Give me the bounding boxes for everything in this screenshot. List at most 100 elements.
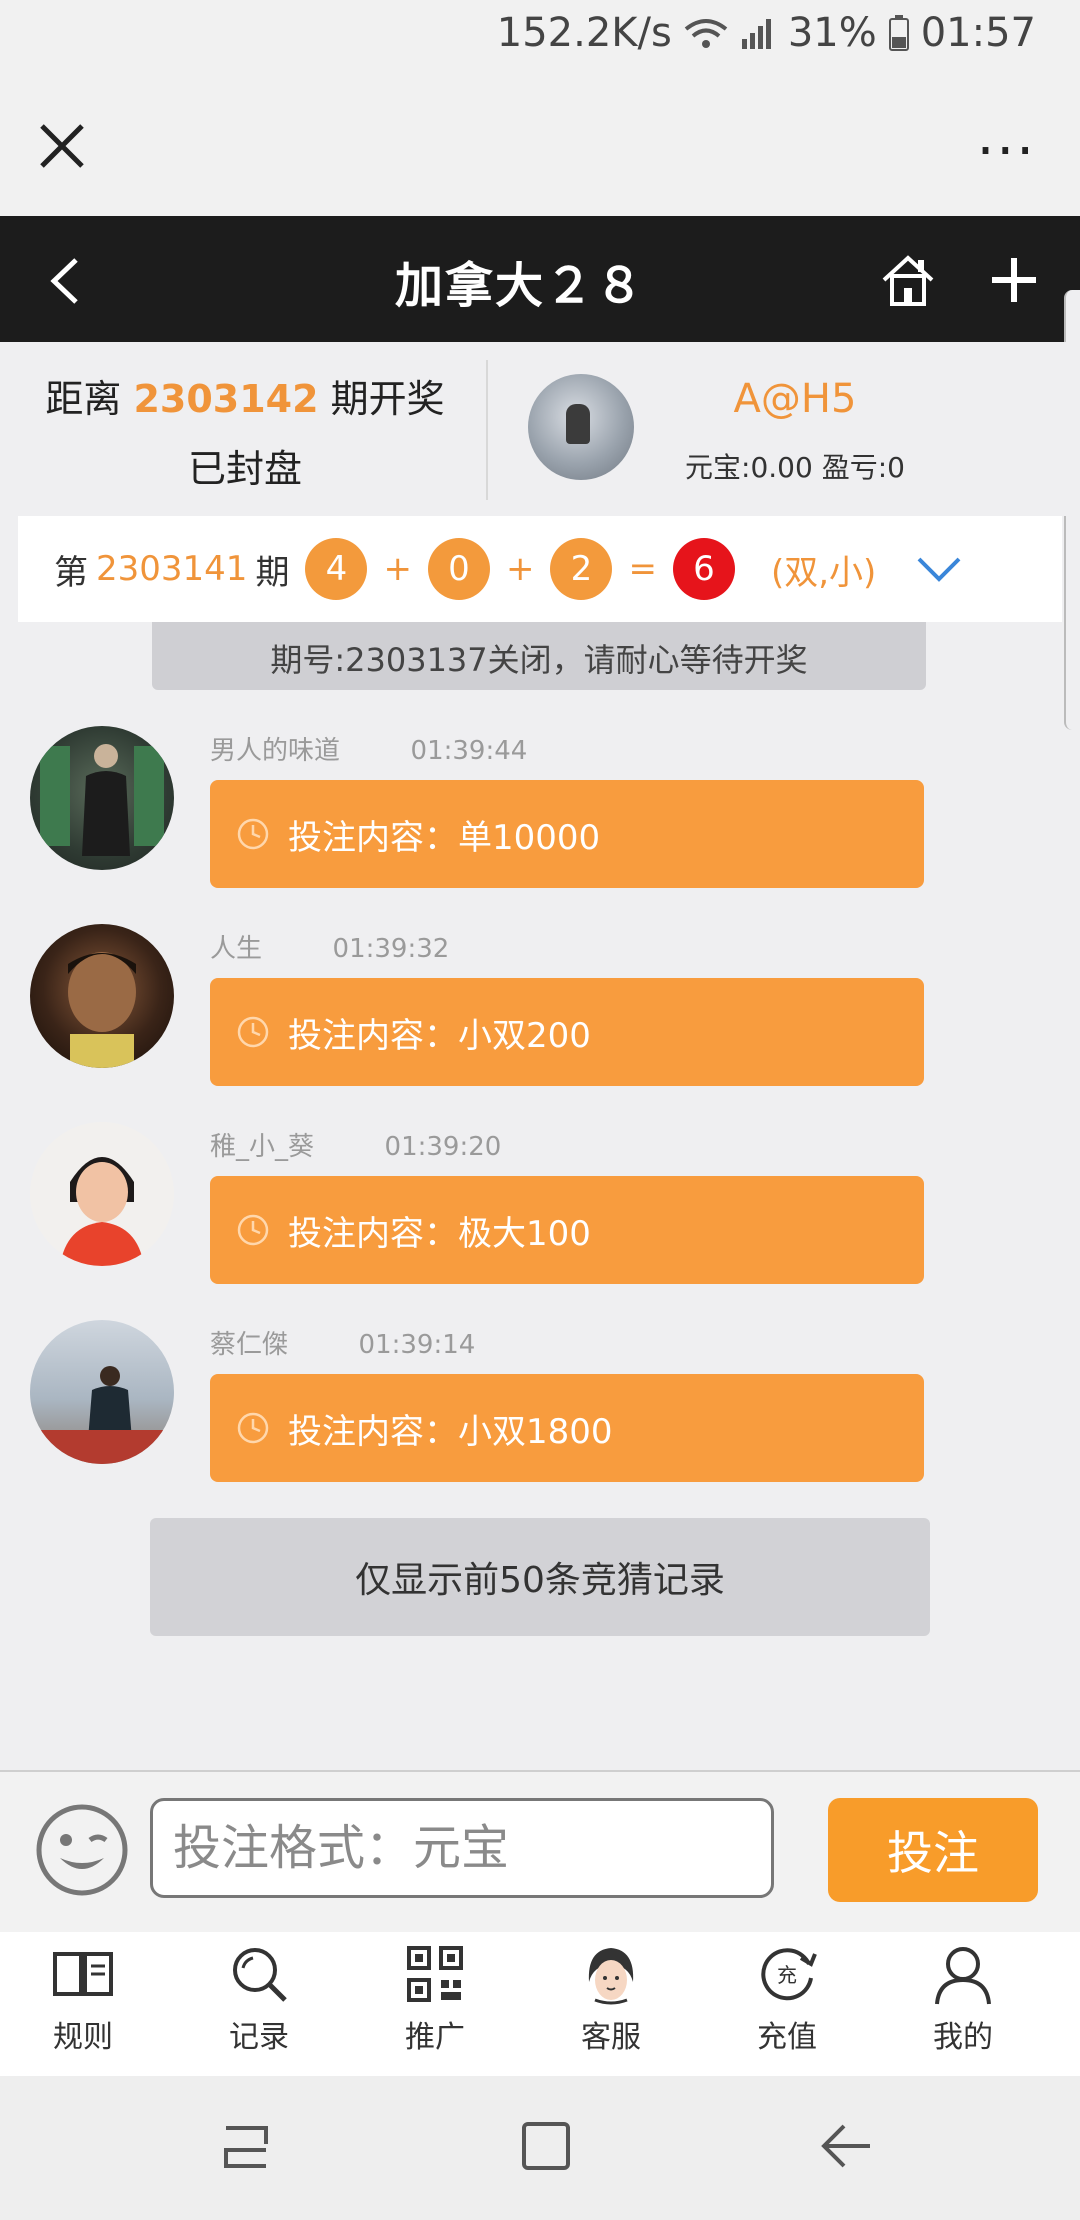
bet-message-bubble: 投注内容：单10000 xyxy=(210,780,924,888)
svg-text:充: 充 xyxy=(777,1963,797,1987)
message-meta: 人生 01:39:32 xyxy=(210,928,449,965)
result-period: 2303141 xyxy=(96,549,248,589)
result-sum-ball: 6 xyxy=(672,538,735,600)
next-period-number: 2303142 xyxy=(133,377,319,421)
network-speed: 152.2K/s xyxy=(496,10,672,56)
system-nav-bar xyxy=(0,2076,1080,2220)
person-photo-icon xyxy=(40,744,164,856)
clock-icon xyxy=(237,1016,269,1048)
records-notice: 仅显示前50条竞猜记录 xyxy=(150,1518,930,1636)
plus-sign: + xyxy=(505,549,535,589)
bet-content: 投注内容：小双200 xyxy=(288,1015,591,1056)
user-avatar[interactable] xyxy=(528,374,634,480)
chevron-down-icon[interactable] xyxy=(916,554,962,584)
plus-sign: + xyxy=(383,549,412,589)
result-parity: (双,小) xyxy=(770,552,877,593)
clock-icon xyxy=(237,1214,269,1246)
result-ball: 2 xyxy=(550,538,613,600)
search-icon xyxy=(233,1948,287,2002)
message-avatar[interactable] xyxy=(30,924,174,1068)
equals-sign: = xyxy=(628,549,657,589)
bet-amount-input[interactable] xyxy=(150,1798,774,1898)
clock-icon xyxy=(237,1412,269,1444)
bet-content: 投注内容：单10000 xyxy=(288,817,601,858)
tab-label: 记录 xyxy=(229,2020,289,2055)
home-icon[interactable] xyxy=(880,252,936,308)
wifi-icon xyxy=(684,19,728,48)
system-message-text: 期号:2303137关闭，请耐心等待开奖 xyxy=(270,641,808,679)
clock-time: 01:57 xyxy=(920,10,1036,56)
tab-profile[interactable]: 我的 xyxy=(888,1942,1038,2072)
qr-code-icon xyxy=(407,1946,463,2002)
browser-bar: ··· xyxy=(0,72,1080,216)
back-button-icon[interactable] xyxy=(816,2116,876,2176)
status-bar: 152.2K/s 31% 01:57 xyxy=(0,0,1080,72)
book-icon xyxy=(53,1952,113,1996)
battery-percent: 31% xyxy=(787,10,877,56)
username: A@H5 xyxy=(733,376,857,422)
bet-input-bar: 投注 xyxy=(0,1770,1080,1934)
divider xyxy=(486,360,488,500)
bet-message-bubble: 投注内容：极大100 xyxy=(210,1176,924,1284)
bet-content: 投注内容：小双1800 xyxy=(288,1411,613,1452)
more-options-icon[interactable]: ··· xyxy=(977,124,1036,180)
app-header: 加拿大２８ xyxy=(0,216,1080,342)
bet-content: 投注内容：极大100 xyxy=(288,1213,591,1254)
battery-icon xyxy=(888,15,909,51)
last-result-bar[interactable]: 第 2303141 期 4 + 0 + 2 = 6 (双,小) xyxy=(18,516,1062,622)
message-username: 男人的味道 xyxy=(210,736,341,766)
person-photo-icon xyxy=(30,1366,174,1464)
bet-message-bubble: 投注内容：小双200 xyxy=(210,978,924,1086)
tab-records[interactable]: 记录 xyxy=(184,1942,334,2072)
bet-message-bubble: 投注内容：小双1800 xyxy=(210,1374,924,1482)
result-ball: 0 xyxy=(427,538,490,600)
message-avatar[interactable] xyxy=(30,1320,174,1464)
person-photo-icon xyxy=(60,1157,144,1266)
tab-label: 推广 xyxy=(405,2020,465,2055)
result-prefix: 第 xyxy=(54,552,88,593)
tab-promote[interactable]: 推广 xyxy=(360,1942,510,2072)
message-username: 蔡仁傑 xyxy=(210,1330,289,1360)
emoji-wink-icon[interactable] xyxy=(34,1802,130,1898)
message-meta: 男人的味道 01:39:44 xyxy=(210,730,527,767)
countdown-suffix: 期开奖 xyxy=(330,377,445,421)
place-bet-button[interactable]: 投注 xyxy=(828,1798,1038,1902)
message-avatar[interactable] xyxy=(30,1122,174,1266)
tab-label: 充值 xyxy=(757,2020,817,2055)
tab-label: 规则 xyxy=(53,2020,113,2055)
customer-service-icon xyxy=(588,1948,634,2005)
signal-icon xyxy=(741,19,771,49)
message-time: 01:39:44 xyxy=(410,736,528,766)
draw-countdown: 距离 2303142 期开奖 xyxy=(30,368,460,423)
tab-label: 客服 xyxy=(581,2020,641,2055)
tab-rules[interactable]: 规则 xyxy=(8,1942,158,2072)
message-time: 01:39:14 xyxy=(358,1330,476,1360)
home-button-icon[interactable] xyxy=(516,2116,576,2176)
bottom-tab-bar: 规则 记录 推广 客服 充 充值 我的 xyxy=(0,1932,1080,2076)
message-username: 人生 xyxy=(210,934,263,964)
recent-apps-icon[interactable] xyxy=(216,2116,276,2176)
tab-customer-service[interactable]: 客服 xyxy=(536,1942,686,2072)
betting-status: 已封盘 xyxy=(187,447,302,491)
person-photo-icon xyxy=(68,952,136,1068)
draw-info-panel: 距离 2303142 期开奖 已封盘 A@H5 元宝:0.00 盈亏:0 xyxy=(0,342,1066,516)
close-icon[interactable] xyxy=(36,120,88,172)
tab-label: 我的 xyxy=(933,2020,993,2055)
tab-recharge[interactable]: 充 充值 xyxy=(712,1942,862,2072)
message-time: 01:39:20 xyxy=(384,1132,502,1162)
status-indicators: 152.2K/s 31% 01:57 xyxy=(497,10,1036,56)
result-ball: 4 xyxy=(305,538,368,600)
message-username: 稚_小_葵 xyxy=(210,1132,315,1162)
user-balance: 元宝:0.00 盈亏:0 xyxy=(685,451,905,484)
message-meta: 蔡仁傑 01:39:14 xyxy=(210,1324,475,1361)
add-icon[interactable] xyxy=(990,256,1038,304)
message-meta: 稚_小_葵 01:39:20 xyxy=(210,1126,501,1163)
profile-icon xyxy=(935,1947,991,2005)
message-time: 01:39:32 xyxy=(332,934,450,964)
message-avatar[interactable] xyxy=(30,726,174,870)
result-suffix: 期 xyxy=(255,552,290,593)
recharge-icon: 充 xyxy=(761,1948,817,2001)
page-scrollbar[interactable] xyxy=(1064,290,1080,730)
clock-icon xyxy=(237,818,269,850)
countdown-prefix: 距离 xyxy=(45,377,122,421)
